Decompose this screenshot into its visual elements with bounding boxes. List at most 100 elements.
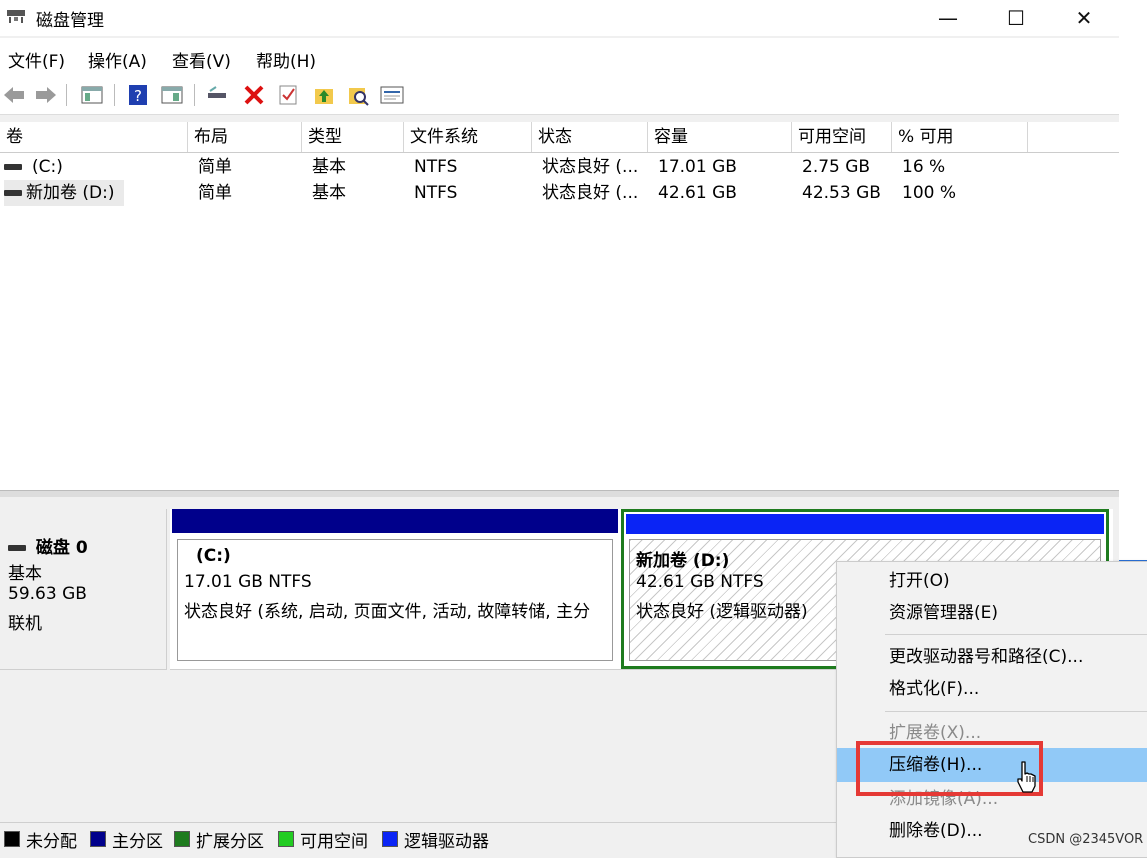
up-button[interactable]	[312, 83, 336, 107]
partition-size: 17.01 GB NTFS	[184, 572, 312, 592]
menu-help[interactable]: 帮助(H)	[256, 47, 316, 72]
menu-item-change-drive-letter[interactable]: 更改驱动器号和路径(C)...	[837, 640, 1147, 674]
volume-name: (C:)	[32, 157, 63, 177]
menu-item-open[interactable]: 打开(O)	[837, 564, 1147, 598]
legend-label: 未分配	[26, 831, 77, 852]
partition-status: 状态良好 (系统, 启动, 页面文件, 活动, 故障转储, 主分	[184, 602, 591, 622]
menu-item-label: 打开(O)	[889, 571, 950, 591]
list-header: 卷 布局 类型 文件系统 状态 容量 可用空间 % 可用	[0, 122, 1119, 153]
maximize-icon: ☐	[1007, 6, 1025, 30]
percent-free-cell: 16 %	[902, 157, 946, 177]
column-header-free-space[interactable]: 可用空间	[792, 122, 892, 152]
column-header-type[interactable]: 类型	[302, 122, 404, 152]
menu-file[interactable]: 文件(F)	[8, 47, 65, 72]
menu-item-label: 资源管理器(E)	[889, 603, 999, 623]
disk-management-icon	[7, 10, 25, 23]
volume-name: 新加卷 (D:)	[26, 183, 115, 203]
legend-label: 扩展分区	[196, 831, 264, 852]
column-header-filesystem[interactable]: 文件系统	[404, 122, 532, 152]
menu-item-format[interactable]: 格式化(F)...	[837, 672, 1147, 706]
check-button[interactable]	[276, 83, 300, 107]
maximize-button[interactable]: ☐	[986, 0, 1046, 36]
connect-button[interactable]	[206, 83, 230, 107]
legend-item: 主分区	[90, 829, 163, 852]
toolbar-separator	[114, 84, 115, 106]
free-space-cell: 2.75 GB	[802, 157, 871, 177]
search-button[interactable]	[346, 83, 370, 107]
menu-separator	[885, 711, 1147, 712]
help-button[interactable]: ?	[126, 83, 150, 107]
menu-separator	[885, 634, 1147, 635]
menu-item-label: 删除卷(D)...	[889, 821, 983, 841]
type-cell: 基本	[312, 183, 346, 203]
console-tree-icon	[81, 86, 103, 104]
close-icon: ✕	[1075, 6, 1093, 30]
forward-button[interactable]	[34, 83, 58, 107]
menu-action[interactable]: 操作(A)	[88, 47, 147, 72]
back-icon	[4, 87, 24, 103]
column-header-capacity[interactable]: 容量	[648, 122, 792, 152]
legend-label: 可用空间	[300, 831, 368, 852]
disk-label[interactable]: 磁盘 0 基本 59.63 GB 联机	[0, 509, 167, 670]
connect-icon	[208, 86, 226, 98]
minimize-button[interactable]: —	[918, 0, 978, 36]
column-header-layout[interactable]: 布局	[188, 122, 302, 152]
legend-swatch	[382, 831, 398, 847]
show-pane-icon	[161, 86, 183, 104]
column-header-status[interactable]: 状态	[532, 122, 648, 152]
forward-icon	[36, 87, 56, 103]
menu-view[interactable]: 查看(V)	[172, 47, 231, 72]
partition-status: 状态良好 (逻辑驱动器)	[636, 602, 808, 622]
partition-title: (C:)	[196, 546, 231, 566]
toolbar-separator	[194, 84, 195, 106]
legend-swatch	[278, 831, 294, 847]
volume-list: 卷 布局 类型 文件系统 状态 容量 可用空间 % 可用 (C:) 简单 基本 …	[0, 122, 1119, 490]
legend-item: 可用空间	[278, 829, 368, 852]
partition-c[interactable]: (C:) 17.01 GB NTFS 状态良好 (系统, 启动, 页面文件, 活…	[172, 509, 618, 669]
type-cell: 基本	[312, 157, 346, 177]
drive-icon	[4, 164, 22, 170]
menu-item-label: 格式化(F)...	[889, 679, 980, 699]
up-icon	[315, 89, 333, 104]
status-cell: 状态良好 (...	[542, 157, 639, 177]
table-row[interactable]: (C:) 简单 基本 NTFS 状态良好 (... 17.01 GB 2.75 …	[0, 154, 1119, 180]
pane-splitter[interactable]	[0, 490, 1119, 497]
close-button[interactable]: ✕	[1054, 0, 1114, 36]
check-icon	[279, 85, 297, 105]
capacity-cell: 17.01 GB	[658, 157, 737, 177]
toolbar-separator	[66, 84, 67, 106]
filesystem-cell: NTFS	[414, 183, 458, 203]
legend-swatch	[90, 831, 106, 847]
search-icon	[349, 88, 369, 106]
partition-bar	[172, 509, 618, 533]
properties-button[interactable]	[380, 83, 404, 107]
table-row[interactable]: 新加卷 (D:) 简单 基本 NTFS 状态良好 (... 42.61 GB 4…	[0, 180, 1119, 206]
drive-icon	[4, 190, 22, 196]
partition-body: (C:) 17.01 GB NTFS 状态良好 (系统, 启动, 页面文件, 活…	[177, 539, 613, 661]
properties-icon	[380, 86, 404, 104]
volume-cell: (C:)	[4, 154, 188, 180]
back-button[interactable]	[2, 83, 26, 107]
toolbar: ?	[0, 76, 1119, 115]
minimize-icon: —	[938, 6, 958, 30]
column-header-volume[interactable]: 卷	[0, 122, 188, 152]
legend-swatch	[174, 831, 190, 847]
menu-item-label: 更改驱动器号和路径(C)...	[889, 647, 1084, 667]
disk-name: 磁盘 0	[35, 538, 88, 558]
menu-item-explorer[interactable]: 资源管理器(E)	[837, 596, 1147, 630]
layout-cell: 简单	[198, 183, 232, 203]
delete-button[interactable]	[242, 83, 266, 107]
legend-label: 主分区	[112, 831, 163, 852]
disk-state: 联机	[8, 614, 42, 634]
legend-label: 逻辑驱动器	[404, 831, 489, 852]
delete-icon	[244, 85, 264, 105]
layout-cell: 简单	[198, 157, 232, 177]
show-pane-button[interactable]	[160, 83, 184, 107]
filesystem-cell: NTFS	[414, 157, 458, 177]
partition-title: 新加卷 (D:)	[636, 551, 730, 571]
context-menu: 打开(O) 资源管理器(E) 更改驱动器号和路径(C)... 格式化(F)...…	[836, 561, 1147, 858]
console-tree-button[interactable]	[80, 83, 104, 107]
column-header-percent-free[interactable]: % 可用	[892, 122, 1028, 152]
partition-bar	[626, 514, 1104, 534]
legend-item: 未分配	[4, 829, 77, 852]
